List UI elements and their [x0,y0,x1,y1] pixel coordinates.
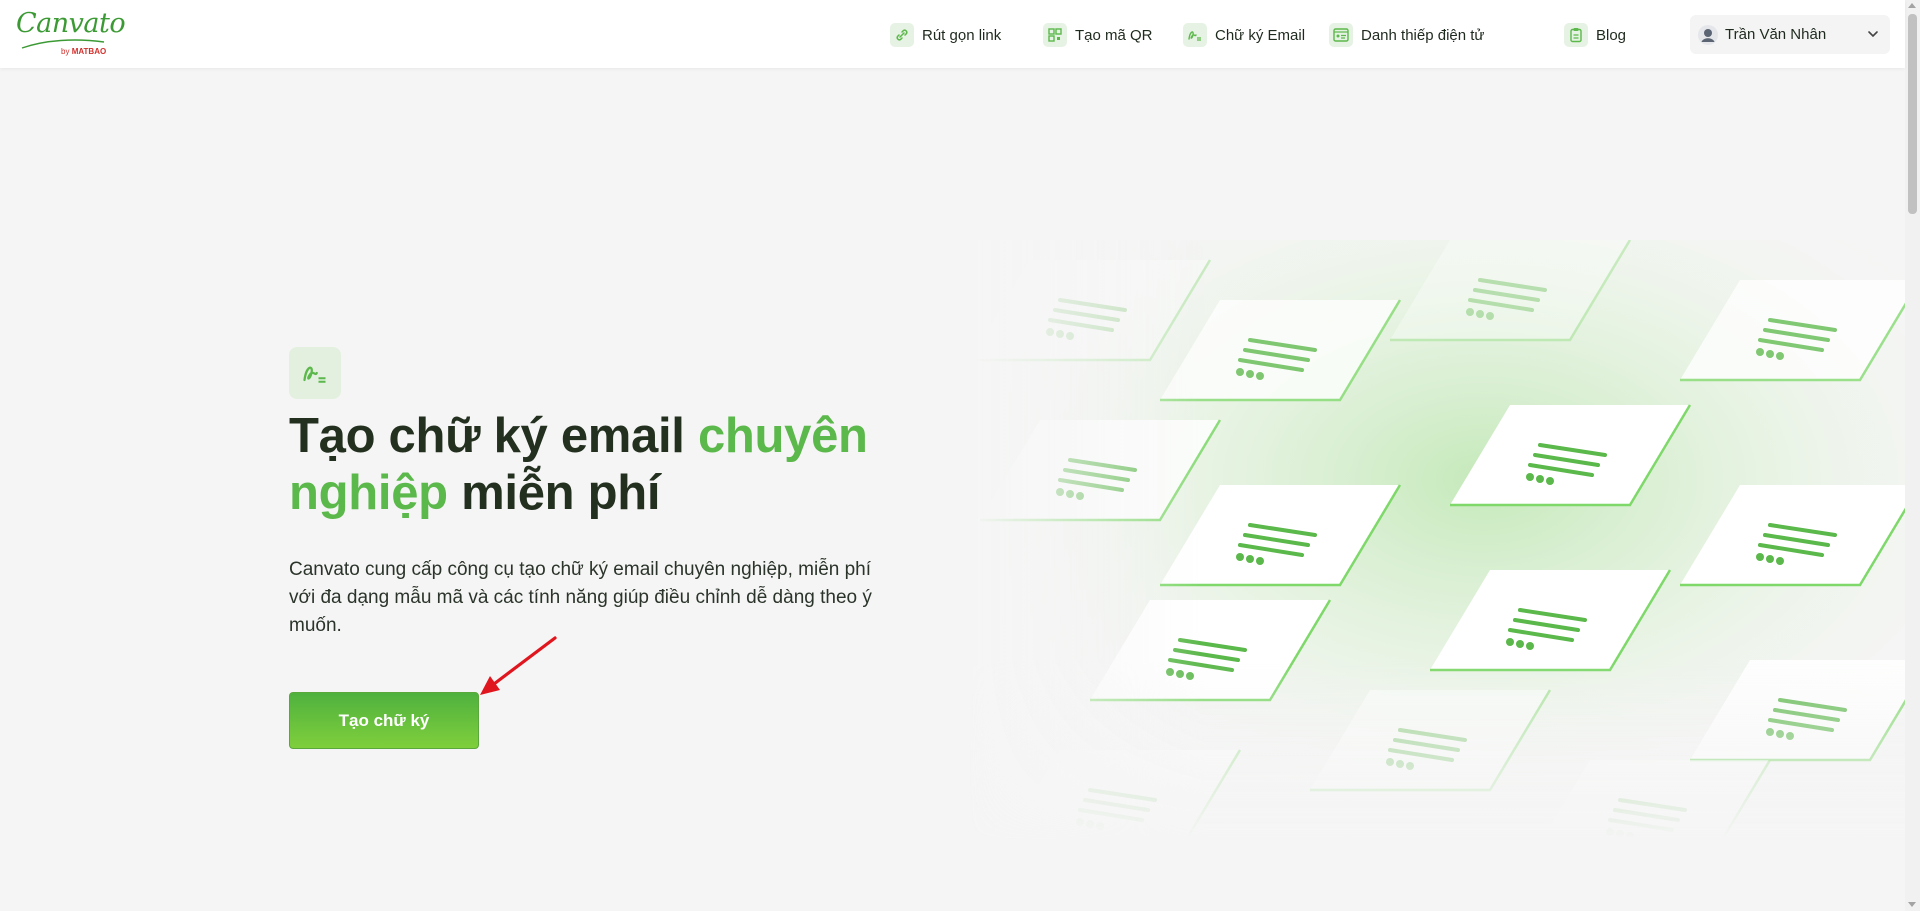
top-navbar: Canvato by MATBAO Rút gọn link Tạo mã QR… [0,0,1905,68]
business-card-icon [1329,23,1353,47]
page-scrollbar[interactable] [1905,0,1920,911]
qr-code-icon [1043,23,1067,47]
logo-subtext: by MATBAO [61,47,106,56]
user-menu-dropdown[interactable]: Trần Văn Nhân [1690,15,1890,54]
hero-title-part1: Tạo chữ ký email [289,409,698,463]
canvato-logo[interactable]: Canvato by MATBAO [16,8,126,58]
logo-text: Canvato [16,8,126,39]
create-signature-button[interactable]: Tạo chữ ký [289,692,479,749]
nav-label: Danh thiếp điện tử [1361,26,1485,44]
link-icon [890,23,914,47]
user-name: Trần Văn Nhân [1725,26,1827,43]
hero-description: Canvato cung cấp công cụ tạo chữ ký emai… [289,559,872,636]
nav-email-signature[interactable]: Chữ ký Email [1183,22,1305,48]
logo-by: by [61,47,70,56]
email-signature-illustration [970,240,1905,840]
signature-icon [289,347,341,399]
chevron-down-icon [1868,31,1878,38]
scrollbar-thumb[interactable] [1908,14,1917,214]
hero-title-part2: miễn phí [447,466,661,520]
user-avatar-icon [1698,24,1718,45]
nav-blog[interactable]: Blog [1564,22,1626,48]
annotation-arrow-icon [480,636,557,695]
nav-label: Blog [1596,26,1627,44]
scroll-up-arrow-icon[interactable] [1908,3,1916,8]
nav-shorten-link[interactable]: Rút gọn link [890,22,1001,48]
nav-business-card[interactable]: Danh thiếp điện tử [1329,22,1484,48]
logo-brand: MATBAO [71,47,107,56]
nav-qr-code[interactable]: Tạo mã QR [1043,22,1153,48]
nav-label: Tạo mã QR [1075,26,1153,44]
clipboard-icon [1564,23,1588,47]
signature-icon [1183,23,1207,47]
scroll-down-arrow-icon[interactable] [1908,902,1916,907]
nav-label: Chữ ký Email [1215,26,1306,44]
nav-label: Rút gọn link [922,26,1002,44]
hero-title: Tạo chữ ký email chuyên nghiệp miễn phí [289,408,909,522]
